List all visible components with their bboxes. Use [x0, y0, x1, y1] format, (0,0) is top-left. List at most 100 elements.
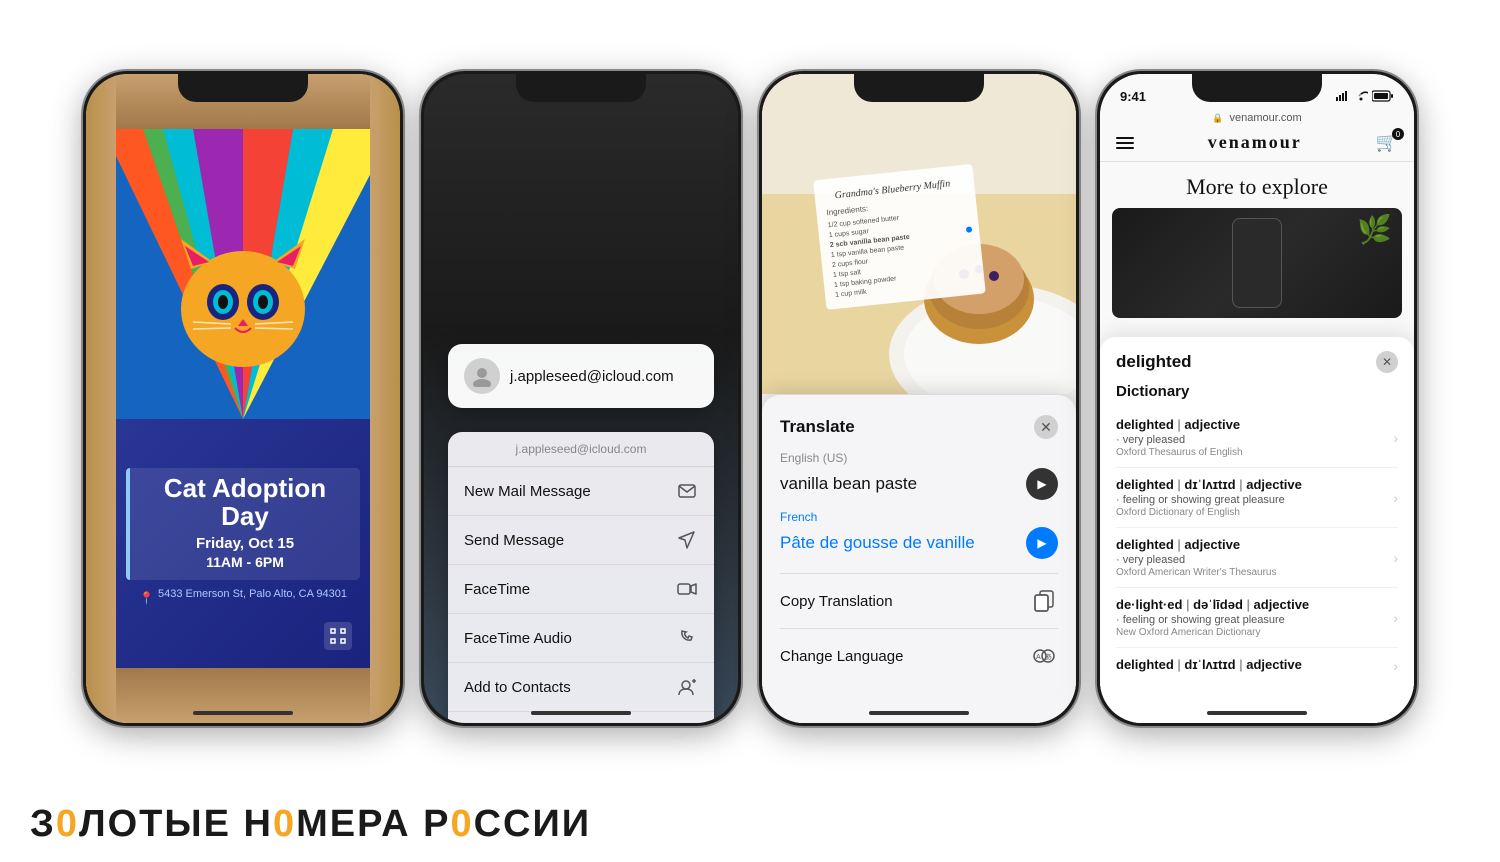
home-indicator-2: [531, 711, 631, 715]
product-image: 🌿: [1112, 208, 1402, 318]
highlight-o2: 0: [273, 803, 296, 845]
change-language-label: Change Language: [780, 648, 903, 665]
menu-item-facetime-audio[interactable]: FaceTime Audio: [448, 614, 714, 663]
highlight-o3: 0: [450, 803, 473, 845]
dict-entry-3-title: delighted | adjective: [1116, 537, 1385, 552]
dict-entry-4[interactable]: de·light·ed | dəˈlīdəd | adjective · fee…: [1116, 588, 1398, 648]
translate-header: Translate ✕: [780, 415, 1058, 439]
dictionary-word: delighted: [1116, 352, 1192, 372]
chevron-right-icon-3: ›: [1393, 550, 1398, 566]
facetime-label: FaceTime: [464, 581, 530, 598]
notch-1: [178, 74, 308, 102]
home-indicator-3: [869, 711, 969, 715]
phone-2: j.appleseed@icloud.com j.appleseed@iclou…: [421, 71, 741, 726]
copy-translation-label: Copy Translation: [780, 593, 893, 610]
home-indicator-4: [1207, 711, 1307, 715]
status-icons: [1336, 90, 1394, 102]
translate-panel: Translate ✕ English (US) vanilla bean pa…: [762, 395, 1076, 723]
dict-entry-3-content: delighted | adjective · very pleased Oxf…: [1116, 537, 1385, 578]
dict-entry-1-content: delighted | adjective · very pleased Oxf…: [1116, 417, 1385, 458]
lock-icon: 🔒: [1212, 113, 1223, 124]
menu-item-facetime[interactable]: FaceTime: [448, 565, 714, 614]
contact-card: j.appleseed@icloud.com: [448, 344, 714, 408]
banner-text: З0ЛОТЫЕ Н0МЕРА Р0ССИИ: [30, 803, 591, 846]
send-message-label: Send Message: [464, 532, 564, 549]
browser-url-bar: 🔒 venamour.com: [1100, 108, 1414, 124]
dict-entry-1-title: delighted | adjective: [1116, 417, 1385, 432]
product-phone-mockup: [1232, 218, 1282, 308]
translate-screen: Grandma's Blueberry Muffin Ingredients: …: [762, 74, 1076, 723]
cat-adoption-address: 5433 Emerson St, Palo Alto, CA 94301: [158, 588, 347, 600]
new-mail-icon: [676, 480, 698, 502]
chevron-right-icon-1: ›: [1393, 430, 1398, 446]
cat-adoption-text: Cat Adoption Day Friday, Oct 15 11AM - 6…: [116, 468, 370, 608]
dictionary-header: delighted ✕: [1116, 351, 1398, 373]
change-language-action[interactable]: Change Language A あ: [780, 628, 1058, 683]
cat-adoption-screen: Cat Adoption Day Friday, Oct 15 11AM - 6…: [116, 129, 370, 668]
cat-adoption-time: 11AM - 6PM: [142, 554, 348, 570]
contact-email-display: j.appleseed@icloud.com: [510, 368, 674, 385]
status-time: 9:41: [1120, 89, 1146, 104]
location-pin-icon: 📍: [139, 591, 154, 605]
dict-entry-3-source: Oxford American Writer's Thesaurus: [1116, 567, 1385, 578]
phone-3: Grandma's Blueberry Muffin Ingredients: …: [759, 71, 1079, 726]
menu-item-add-contacts[interactable]: Add to Contacts: [448, 663, 714, 712]
dictionary-section-title: Dictionary: [1116, 383, 1398, 400]
play-source-button[interactable]: ▶: [1026, 468, 1058, 500]
notch-4: [1192, 74, 1322, 102]
notch-2: [516, 74, 646, 102]
dictionary-close-button[interactable]: ✕: [1376, 351, 1398, 373]
url-text: venamour.com: [1230, 112, 1302, 124]
notch-3: [854, 74, 984, 102]
svg-text:あ: あ: [1045, 653, 1052, 661]
cat-adoption-date: Friday, Oct 15: [142, 535, 348, 552]
copy-icon: [1030, 587, 1058, 615]
dict-entry-1[interactable]: delighted | adjective · very pleased Oxf…: [1116, 408, 1398, 468]
dict-entry-5[interactable]: delighted | dɪˈlʌɪtɪd | adjective ›: [1116, 648, 1398, 683]
menu-item-new-mail[interactable]: New Mail Message: [448, 467, 714, 516]
hamburger-menu-icon[interactable]: [1116, 137, 1134, 149]
dict-entry-3-desc: · very pleased: [1116, 554, 1385, 566]
svg-text:A: A: [1036, 654, 1041, 661]
dictionary-screen: 9:41: [1100, 74, 1414, 723]
menu-item-send-message[interactable]: Send Message: [448, 516, 714, 565]
translate-close-button[interactable]: ✕: [1034, 415, 1058, 439]
translate-title: Translate: [780, 417, 855, 437]
cat-adoption-title: Cat Adoption Day: [142, 474, 348, 531]
chevron-right-icon-4: ›: [1393, 610, 1398, 626]
dict-entry-3[interactable]: delighted | adjective · very pleased Oxf…: [1116, 528, 1398, 588]
muffin-photo: Grandma's Blueberry Muffin Ingredients: …: [762, 74, 1076, 394]
facetime-icon: [676, 578, 698, 600]
facetime-audio-icon: [676, 627, 698, 649]
cart-icon[interactable]: 🛒 0: [1376, 132, 1398, 153]
facetime-audio-label: FaceTime Audio: [464, 630, 572, 647]
leaves-decoration: 🌿: [1357, 213, 1392, 246]
explore-heading: More to explore: [1100, 162, 1414, 208]
dict-entry-4-content: de·light·ed | dəˈlīdəd | adjective · fee…: [1116, 597, 1385, 638]
context-menu-screen: j.appleseed@icloud.com j.appleseed@iclou…: [424, 74, 738, 723]
send-message-icon: [676, 529, 698, 551]
dict-entry-5-title: delighted | dɪˈlʌɪtɪd | adjective: [1116, 657, 1385, 672]
phone-4: 9:41: [1097, 71, 1417, 726]
venamour-logo: venamour: [1208, 132, 1302, 153]
dict-entry-2-source: Oxford Dictionary of English: [1116, 507, 1385, 518]
dict-entry-4-source: New Oxford American Dictionary: [1116, 627, 1385, 638]
dict-entry-2-desc: · feeling or showing great pleasure: [1116, 494, 1385, 506]
dict-entry-2-title: delighted | dɪˈlʌɪtɪd | adjective: [1116, 477, 1385, 492]
capture-button[interactable]: [324, 622, 352, 650]
phone-1: Cat Adoption Day Friday, Oct 15 11AM - 6…: [83, 71, 403, 726]
dict-entry-2-content: delighted | dɪˈlʌɪtɪd | adjective · feel…: [1116, 477, 1385, 518]
wood-right: [370, 74, 400, 723]
cart-badge: 0: [1392, 128, 1404, 140]
translate-target: French Pâte de gousse de vanille ▶: [780, 510, 1058, 559]
new-mail-label: New Mail Message: [464, 483, 591, 500]
copy-translation-action[interactable]: Copy Translation: [780, 573, 1058, 628]
highlight-o1: 0: [56, 803, 79, 845]
dict-entry-2[interactable]: delighted | dɪˈlʌɪtɪd | adjective · feel…: [1116, 468, 1398, 528]
chevron-right-icon-5: ›: [1393, 658, 1398, 674]
dictionary-panel: delighted ✕ Dictionary delighted | adjec…: [1100, 337, 1414, 723]
play-target-button[interactable]: ▶: [1026, 527, 1058, 559]
contact-avatar: [464, 358, 500, 394]
translate-source: English (US) vanilla bean paste ▶: [780, 451, 1058, 500]
add-contacts-icon: [676, 676, 698, 698]
